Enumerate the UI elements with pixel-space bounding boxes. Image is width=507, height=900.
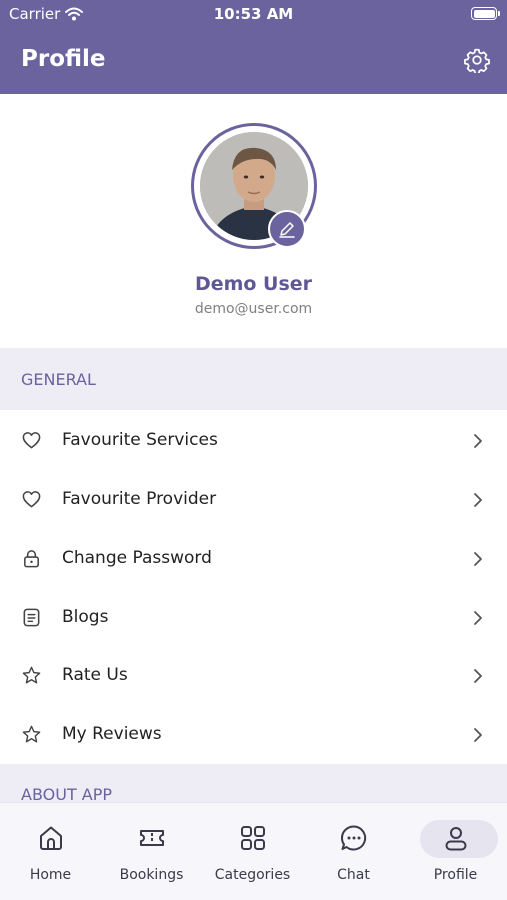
menu-item-label: Favourite Services	[62, 430, 218, 450]
nav-label: Profile	[433, 867, 478, 883]
chevron-right-icon	[474, 552, 482, 566]
bottom-nav: Home Bookings Categories Chat Profile	[0, 802, 507, 900]
nav-tab-home[interactable]: Home	[0, 803, 101, 900]
star-icon	[22, 666, 41, 684]
menu-item-blogs[interactable]: Blogs	[0, 588, 507, 646]
pencil-icon	[279, 222, 295, 238]
menu-item-favourite-provider[interactable]: Favourite Provider	[0, 470, 507, 528]
app-header: Carrier 10:53 AM Profile	[0, 0, 507, 94]
nav-label: Home	[29, 867, 72, 883]
heart-icon	[22, 491, 41, 508]
ticket-icon	[140, 830, 164, 846]
gear-icon	[464, 48, 490, 75]
status-time: 10:53 AM	[213, 5, 294, 23]
menu-item-favourite-services[interactable]: Favourite Services	[0, 411, 507, 469]
nav-tab-chat[interactable]: Chat	[303, 803, 404, 900]
heart-icon	[22, 432, 41, 449]
chat-icon	[341, 825, 367, 851]
user-email: demo@user.com	[194, 301, 313, 317]
status-bar: Carrier 10:53 AM	[0, 0, 507, 30]
section-header-general: GENERAL	[0, 348, 507, 410]
chevron-right-icon	[474, 434, 482, 448]
edit-avatar-button[interactable]	[268, 210, 306, 248]
user-name: Demo User	[194, 273, 313, 295]
settings-button[interactable]	[464, 47, 490, 75]
menu-item-rate-us[interactable]: Rate Us	[0, 646, 507, 704]
nav-label: Bookings	[119, 867, 184, 883]
nav-tab-bookings[interactable]: Bookings	[101, 803, 202, 900]
menu-item-change-password[interactable]: Change Password	[0, 529, 507, 587]
home-icon	[40, 826, 62, 850]
menu-item-label: My Reviews	[62, 724, 162, 744]
star-icon	[22, 725, 41, 743]
page-title: Profile	[21, 46, 106, 72]
chevron-right-icon	[474, 669, 482, 683]
lock-icon	[24, 550, 39, 568]
menu-item-label: Change Password	[62, 548, 212, 568]
chevron-right-icon	[474, 728, 482, 742]
nav-label: Categories	[214, 867, 291, 883]
battery-icon	[471, 7, 500, 20]
menu-item-label: Blogs	[62, 607, 109, 627]
chevron-right-icon	[474, 611, 482, 625]
document-icon	[23, 608, 40, 627]
nav-label: Chat	[337, 867, 370, 883]
user-icon	[445, 827, 467, 851]
menu-item-label: Rate Us	[62, 665, 128, 685]
nav-tab-categories[interactable]: Categories	[202, 803, 303, 900]
chevron-right-icon	[474, 493, 482, 507]
grid-icon	[241, 826, 265, 850]
profile-card: Demo User demo@user.com	[0, 94, 507, 348]
nav-tab-profile[interactable]: Profile	[405, 803, 506, 900]
menu-item-label: Favourite Provider	[62, 489, 217, 509]
menu-item-my-reviews[interactable]: My Reviews	[0, 705, 507, 763]
